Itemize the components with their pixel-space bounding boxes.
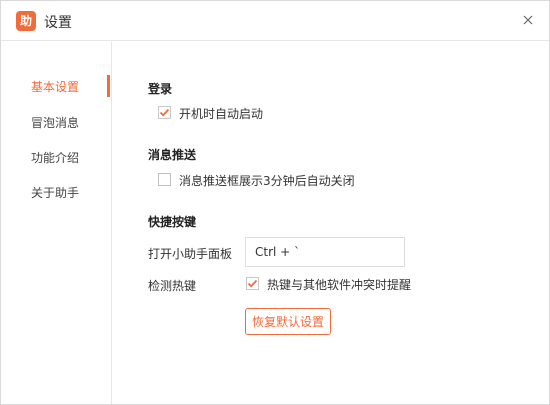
conflict-label: 热键与其他软件冲突时提醒	[267, 278, 412, 292]
autostart-checkbox[interactable]	[158, 106, 171, 119]
close-icon	[523, 15, 533, 25]
close-button[interactable]	[521, 13, 535, 27]
sidebar-item-basic-settings[interactable]: 基本设置	[31, 77, 111, 97]
detect-hotkey-label: 检测热键	[148, 279, 197, 293]
title-bar: 助 设置	[1, 1, 549, 41]
reset-defaults-button[interactable]: 恢复默认设置	[245, 308, 331, 335]
section-title-hotkeys: 快捷按键	[148, 215, 197, 229]
autoclose-label: 消息推送框展示3分钟后自动关闭	[179, 174, 355, 188]
section-title-push: 消息推送	[148, 148, 197, 162]
conflict-checkbox[interactable]	[246, 277, 259, 290]
autoclose-checkbox[interactable]	[158, 173, 171, 186]
app-logo-icon: 助	[16, 11, 36, 31]
open-panel-label: 打开小助手面板	[148, 247, 233, 261]
checkmark-icon	[159, 108, 170, 117]
window-title: 设置	[44, 15, 72, 31]
sidebar-item-bubble-messages[interactable]: 冒泡消息	[31, 113, 111, 133]
open-panel-hotkey-input[interactable]	[245, 237, 405, 267]
section-title-login: 登录	[148, 82, 173, 96]
checkmark-icon	[247, 279, 258, 288]
settings-window: 助 设置 基本设置 冒泡消息 功能介绍 关于助手 登录 开机时自动启动 消息推送…	[0, 0, 550, 405]
active-tab-indicator	[107, 75, 110, 97]
sidebar-item-about[interactable]: 关于助手	[31, 183, 111, 203]
sidebar: 基本设置 冒泡消息 功能介绍 关于助手	[1, 42, 112, 404]
sidebar-item-features[interactable]: 功能介绍	[31, 148, 111, 168]
autostart-label: 开机时自动启动	[179, 107, 264, 121]
